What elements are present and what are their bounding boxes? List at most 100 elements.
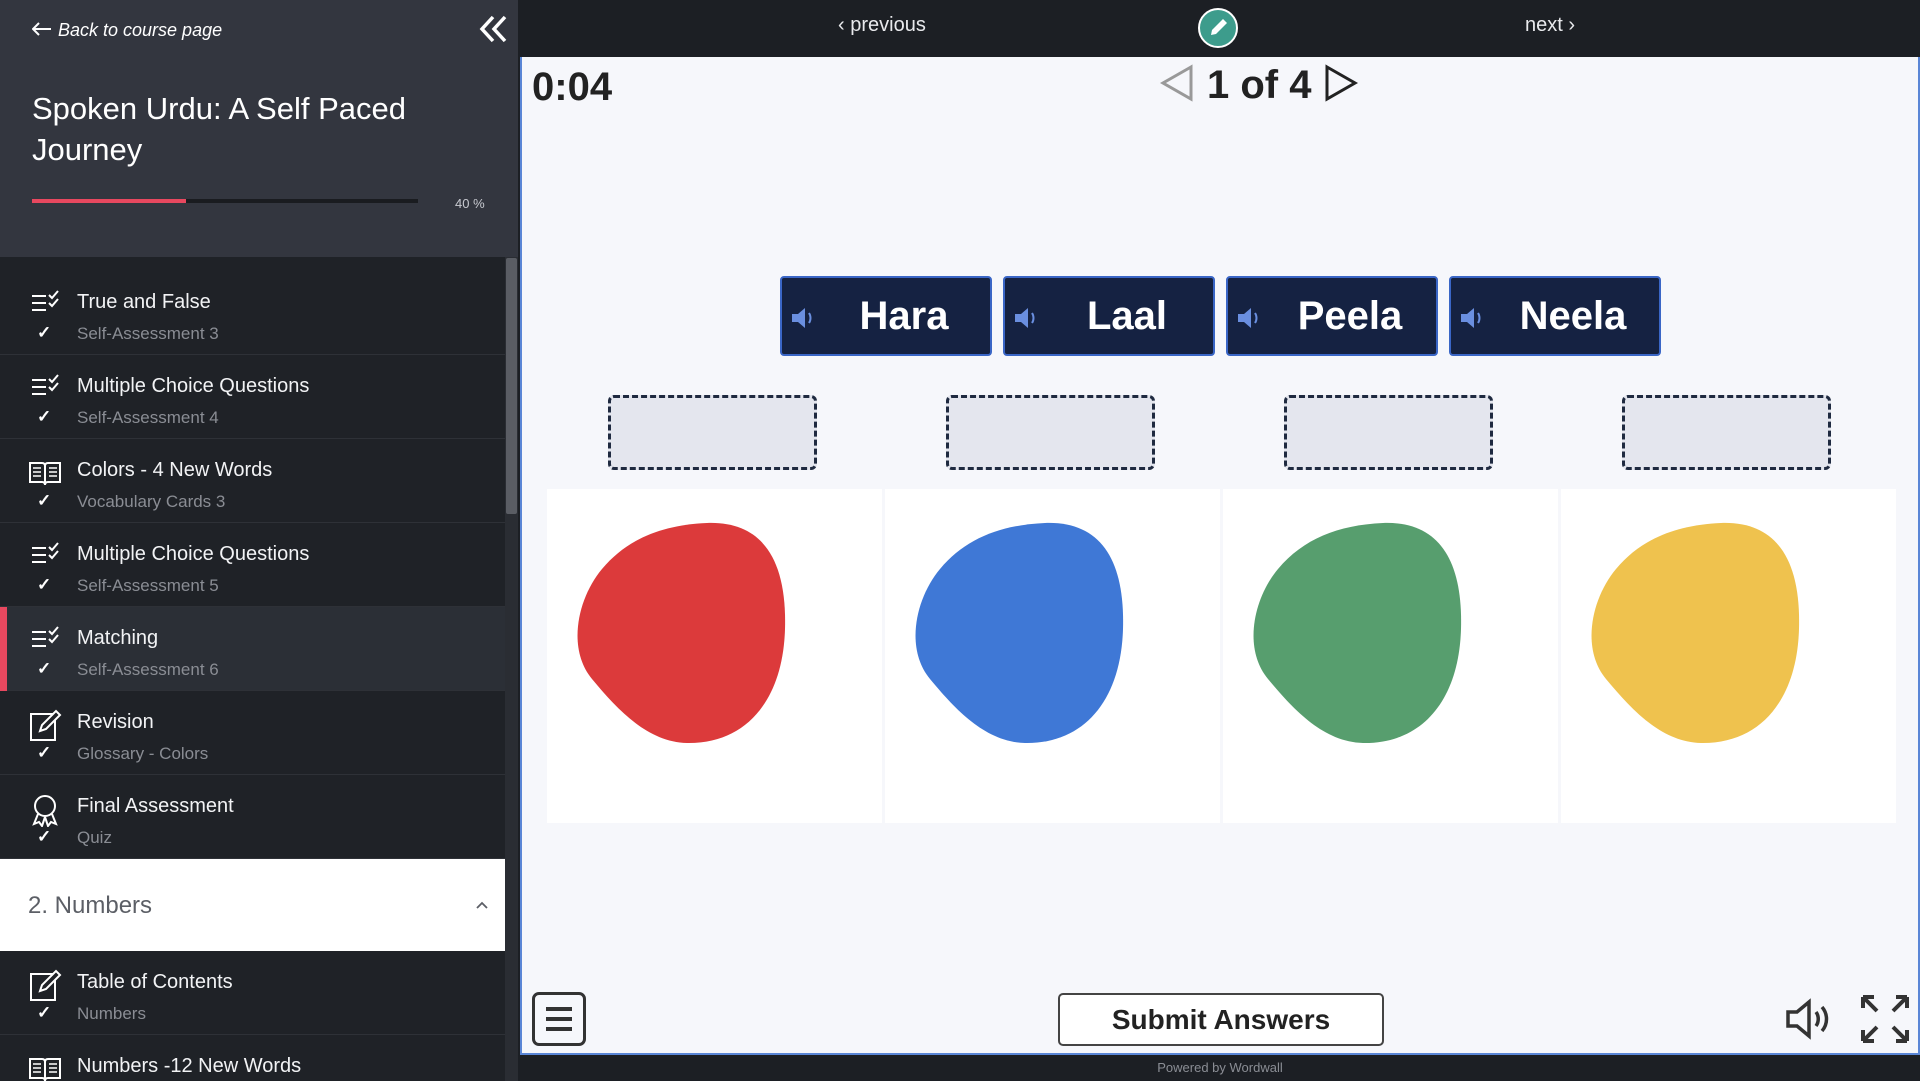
checklist-icon	[28, 289, 62, 323]
answer-drop-zone[interactable]	[608, 395, 817, 470]
lesson-item[interactable]: Numbers -12 New Words	[0, 1035, 505, 1081]
lesson-item[interactable]: ✓ Colors - 4 New Words Vocabulary Cards …	[0, 439, 505, 523]
lesson-title: Matching	[77, 627, 159, 649]
next-label: next	[1525, 14, 1563, 36]
course-title: Spoken Urdu: A Self Paced Journey	[32, 91, 406, 167]
progress-fill	[32, 199, 187, 203]
checklist-icon	[28, 625, 62, 659]
answer-drop-zone[interactable]	[1284, 395, 1493, 470]
lesson-title: True and False	[77, 291, 211, 313]
blue-color-blob	[915, 522, 1124, 744]
lesson-item-active[interactable]: ✓ Matching Self-Assessment 6	[0, 607, 505, 691]
volume-icon	[1786, 998, 1829, 1040]
lesson-subtitle: Self-Assessment 3	[77, 324, 219, 343]
word-tile[interactable]: Laal	[1003, 276, 1215, 356]
lesson-item[interactable]: ✓ True and False Self-Assessment 3	[0, 271, 505, 355]
word-tile[interactable]: Neela	[1449, 276, 1661, 356]
color-card	[547, 489, 882, 823]
lesson-title: Final Assessment	[77, 795, 234, 817]
answer-drop-zone[interactable]	[1622, 395, 1831, 470]
arrow-left-icon	[31, 20, 52, 41]
back-to-course-link[interactable]: Back to course page	[31, 20, 223, 41]
menu-button[interactable]	[532, 992, 586, 1046]
lesson-subtitle: Self-Assessment 5	[77, 576, 219, 595]
word-label: Laal	[1086, 294, 1168, 338]
checklist-icon	[28, 373, 62, 407]
word-label: Peela	[1297, 294, 1403, 338]
progress-percent: 40 %	[455, 196, 485, 211]
edit-icon	[28, 709, 62, 743]
book-icon	[28, 457, 62, 491]
chevron-left-icon: ‹	[838, 14, 851, 36]
powered-by-footer: Powered by Wordwall	[1157, 1060, 1283, 1075]
word-tile[interactable]: Peela	[1226, 276, 1438, 356]
lesson-nav-bar: ‹ previous next ›	[518, 0, 1920, 57]
speaker-icon[interactable]	[1013, 306, 1041, 330]
course-sidebar: Back to course page Spoken Urdu: A Self …	[0, 0, 518, 1081]
speaker-icon[interactable]	[1459, 306, 1487, 330]
lesson-item[interactable]: ✓ Revision Glossary - Colors	[0, 691, 505, 775]
lesson-item[interactable]: ✓ Table of Contents Numbers	[0, 951, 505, 1035]
checkmark-icon: ✓	[37, 1003, 52, 1022]
edit-icon	[28, 969, 62, 1003]
collapse-sidebar-button[interactable]	[476, 12, 510, 46]
chevron-right-icon: ›	[1562, 14, 1576, 36]
answer-drop-zone[interactable]	[946, 395, 1155, 470]
checkmark-icon: ✓	[37, 659, 52, 678]
speaker-icon[interactable]	[1236, 306, 1264, 330]
lesson-item[interactable]: ✓ Multiple Choice Questions Self-Assessm…	[0, 355, 505, 439]
checkmark-icon: ✓	[37, 743, 52, 762]
lesson-subtitle: Self-Assessment 6	[77, 660, 219, 679]
lesson-item[interactable]: ✓ Final Assessment Quiz	[0, 775, 505, 859]
section-label: 2. Numbers	[28, 892, 153, 919]
submit-answers-button[interactable]: Submit Answers	[1058, 993, 1384, 1046]
book-icon	[28, 1053, 62, 1081]
chevron-up-icon	[474, 897, 490, 913]
checkmark-icon: ✓	[37, 827, 52, 846]
checkmark-icon: ✓	[37, 407, 52, 426]
lesson-subtitle: Numbers	[77, 1004, 146, 1023]
checkmark-icon: ✓	[37, 575, 52, 594]
sidebar-scrollbar-thumb[interactable]	[506, 258, 517, 514]
sound-toggle-button[interactable]	[1784, 995, 1836, 1043]
lesson-title: Table of Contents	[77, 971, 233, 993]
yellow-color-blob	[1591, 522, 1800, 744]
lesson-title: Revision	[77, 711, 154, 733]
color-card	[1223, 489, 1558, 823]
lesson-subtitle: Quiz	[77, 828, 112, 847]
color-card	[885, 489, 1220, 823]
next-page-button[interactable]	[1321, 63, 1361, 108]
lesson-title: Multiple Choice Questions	[77, 543, 310, 565]
fullscreen-button[interactable]	[1860, 994, 1910, 1044]
checkmark-icon: ✓	[37, 491, 52, 510]
sidebar-header: Back to course page Spoken Urdu: A Self …	[0, 0, 518, 257]
checkmark-icon: ✓	[37, 323, 52, 342]
lesson-item[interactable]: ✓ Multiple Choice Questions Self-Assessm…	[0, 523, 505, 607]
timer: 0:04	[532, 65, 613, 109]
double-chevron-left-icon	[479, 15, 507, 43]
hamburger-icon	[546, 1007, 572, 1031]
speaker-icon[interactable]	[790, 306, 818, 330]
edit-button[interactable]	[1198, 8, 1238, 48]
pencil-icon	[1211, 19, 1227, 35]
checklist-icon	[28, 541, 62, 575]
red-color-blob	[577, 522, 786, 744]
triangle-left-icon	[1159, 64, 1193, 102]
word-tile[interactable]: Hara	[780, 276, 992, 356]
word-label: Neela	[1519, 294, 1627, 338]
triangle-right-icon	[1325, 64, 1359, 102]
back-link-label: Back to course page	[58, 20, 223, 40]
previous-label: previous	[850, 14, 926, 36]
previous-lesson-link[interactable]: ‹ previous	[838, 14, 926, 37]
lesson-subtitle: Glossary - Colors	[77, 744, 209, 763]
section-header-numbers[interactable]: 2. Numbers	[0, 859, 505, 951]
lesson-title: Multiple Choice Questions	[77, 375, 310, 397]
lesson-subtitle: Vocabulary Cards 3	[77, 492, 226, 511]
next-lesson-link[interactable]: next ›	[1525, 14, 1575, 37]
green-color-blob	[1253, 522, 1462, 744]
color-card	[1561, 489, 1896, 823]
lesson-title: Numbers -12 New Words	[77, 1055, 302, 1077]
previous-page-button[interactable]	[1157, 63, 1197, 108]
lesson-title: Colors - 4 New Words	[77, 459, 273, 481]
award-icon	[28, 793, 62, 829]
